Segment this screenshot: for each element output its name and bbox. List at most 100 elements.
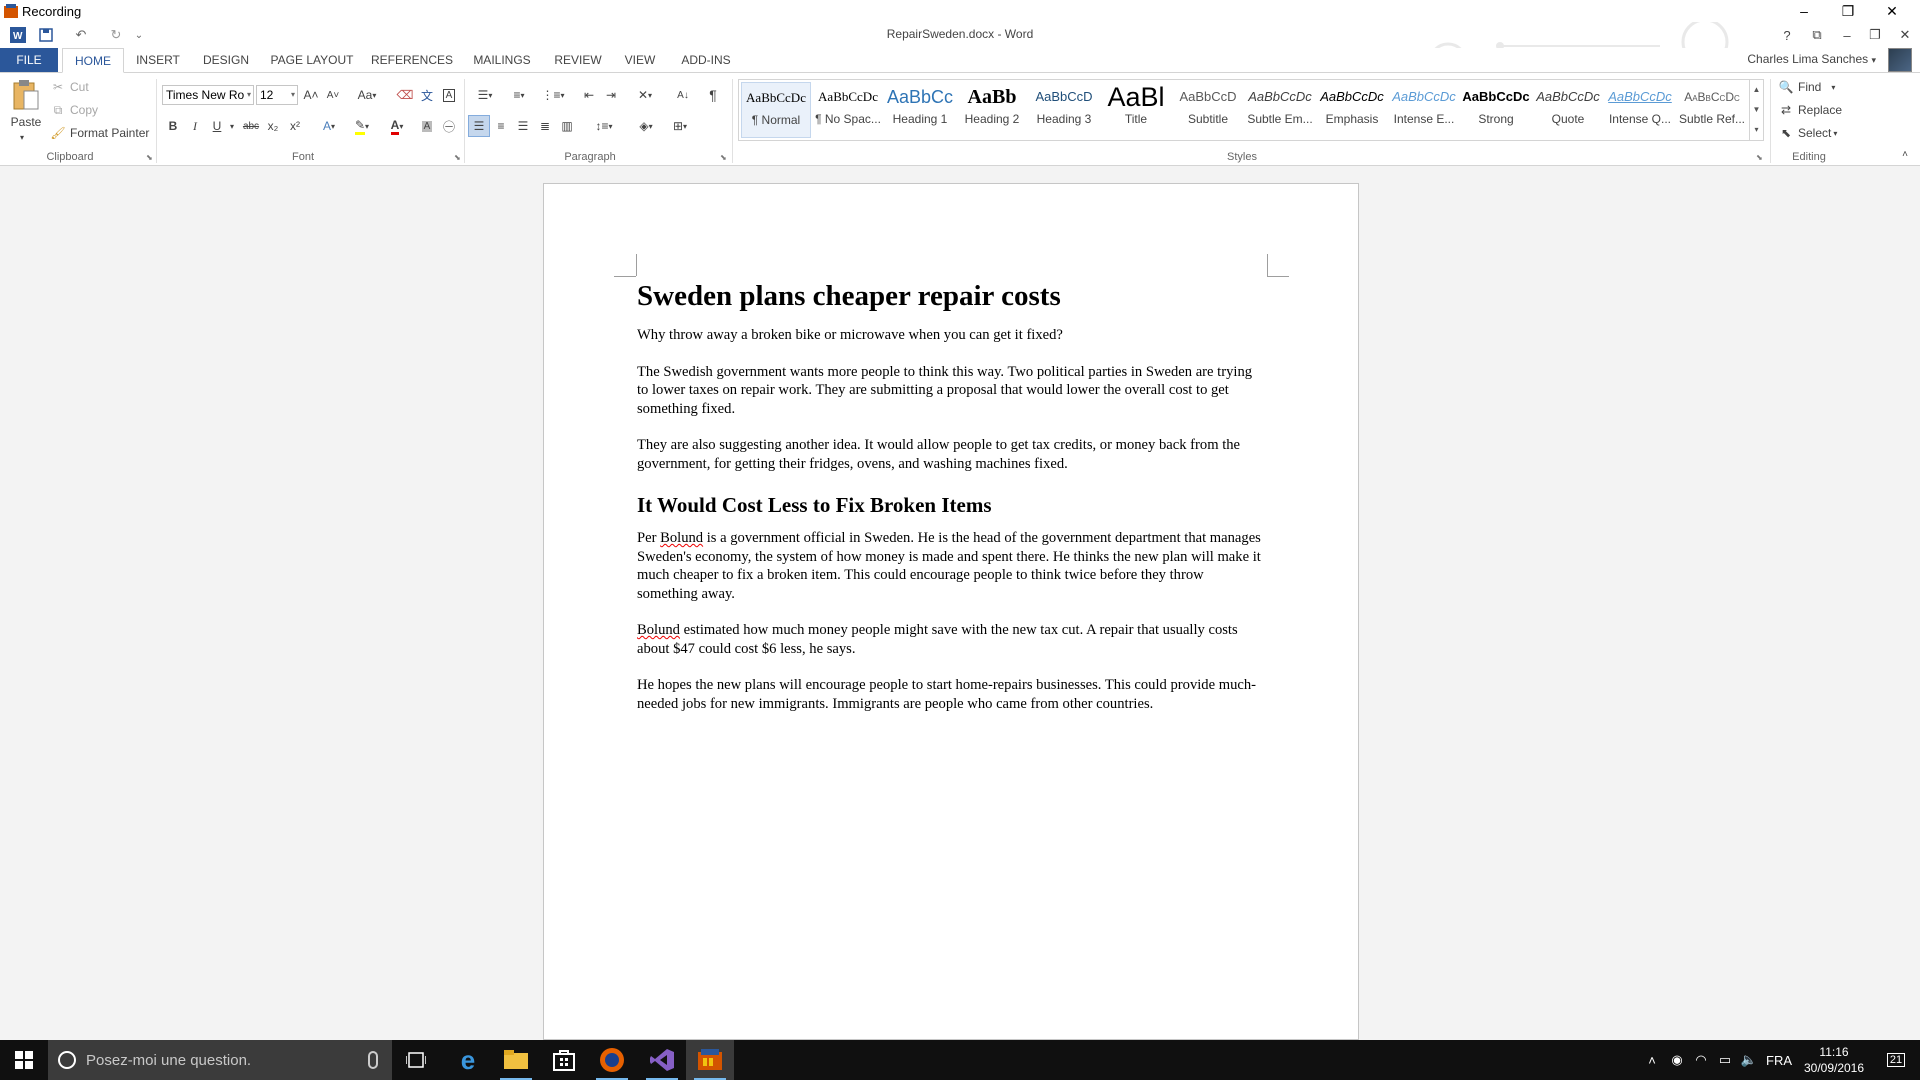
style-title[interactable]: AaBl Title: [1101, 82, 1171, 138]
action-center-button[interactable]: 21: [1872, 1040, 1920, 1080]
grow-font-button[interactable]: A˄: [300, 84, 322, 106]
tray-network[interactable]: ◠: [1690, 1040, 1712, 1080]
style-normal[interactable]: AaBbCcDc ¶ Normal: [741, 82, 811, 138]
find-button[interactable]: 🔍 Find ▾: [1778, 79, 1836, 95]
align-right-button[interactable]: ☰: [512, 115, 534, 137]
character-shading-button[interactable]: A: [416, 115, 438, 137]
italic-button[interactable]: I: [184, 115, 206, 137]
taskbar-edge[interactable]: e: [444, 1040, 492, 1080]
justify-button[interactable]: ≣: [534, 115, 556, 137]
paste-dropdown-icon[interactable]: ▾: [20, 133, 24, 142]
character-border-button[interactable]: A: [438, 84, 460, 106]
style-intense-emphasis[interactable]: AaBbCcDc Intense E...: [1389, 82, 1459, 138]
underline-dropdown[interactable]: ▾: [226, 115, 238, 137]
doc-paragraph[interactable]: Per Bolund is a government official in S…: [637, 529, 1267, 603]
microphone-icon[interactable]: [368, 1051, 378, 1069]
tab-view[interactable]: VIEW: [618, 48, 662, 72]
font-launcher-icon[interactable]: ⬊: [454, 153, 461, 162]
styles-launcher-icon[interactable]: ⬊: [1756, 153, 1763, 162]
close-button[interactable]: ✕: [1892, 25, 1918, 45]
clipboard-launcher-icon[interactable]: ⬊: [146, 153, 153, 162]
cut-button[interactable]: ✂ Cut: [50, 79, 89, 95]
gallery-up-button[interactable]: ▲: [1750, 80, 1763, 100]
shrink-font-button[interactable]: A˅: [322, 84, 344, 106]
doc-paragraph[interactable]: The Swedish government wants more people…: [637, 363, 1267, 419]
superscript-button[interactable]: x²: [284, 115, 306, 137]
taskbar-file-explorer[interactable]: [492, 1040, 540, 1080]
doc-paragraph[interactable]: He hopes the new plans will encourage pe…: [637, 676, 1267, 713]
taskbar-clock[interactable]: 11:16 30/09/2016: [1796, 1044, 1872, 1076]
underline-button[interactable]: U: [206, 115, 228, 137]
clear-formatting-button[interactable]: ⌫: [394, 84, 416, 106]
strikethrough-button[interactable]: abc: [240, 115, 262, 137]
increase-indent-button[interactable]: ⇥: [600, 84, 622, 106]
line-spacing-button[interactable]: ↕≡ ▾: [588, 115, 620, 137]
taskbar-recording[interactable]: [686, 1040, 734, 1080]
paste-label[interactable]: Paste: [10, 115, 42, 129]
document-page[interactable]: Sweden plans cheaper repair costs Why th…: [543, 183, 1359, 1040]
borders-button[interactable]: ⊞ ▾: [664, 115, 696, 137]
style-quote[interactable]: AaBbCcDc Quote: [1533, 82, 1603, 138]
taskbar-firefox[interactable]: [588, 1040, 636, 1080]
tab-home[interactable]: HOME: [62, 48, 124, 73]
restore-button[interactable]: ❐: [1862, 25, 1888, 45]
user-name[interactable]: Charles Lima Sanches ▾: [1747, 52, 1876, 66]
collapse-ribbon-button[interactable]: ˄: [1894, 143, 1916, 165]
misspelled-word[interactable]: Bolund: [637, 622, 680, 638]
tab-insert[interactable]: INSERT: [130, 48, 186, 72]
doc-heading-2[interactable]: It Would Cost Less to Fix Broken Items: [637, 491, 1267, 519]
tab-page-layout[interactable]: PAGE LAYOUT: [266, 48, 358, 72]
style-emphasis[interactable]: AaBbCcDc Emphasis: [1317, 82, 1387, 138]
gallery-more-button[interactable]: ▾: [1750, 120, 1763, 140]
tab-review[interactable]: REVIEW: [548, 48, 608, 72]
show-marks-button[interactable]: ¶: [702, 84, 724, 106]
format-painter-button[interactable]: 🖌 Format Painter: [50, 125, 149, 141]
style-heading-3[interactable]: AaBbCcD Heading 3: [1029, 82, 1099, 138]
style-no-spacing[interactable]: AaBbCcDc ¶ No Spac...: [813, 82, 883, 138]
doc-paragraph[interactable]: Bolund estimated how much money people m…: [637, 621, 1267, 658]
distributed-button[interactable]: ▥: [556, 115, 578, 137]
change-case-button[interactable]: Aa ▾: [352, 84, 382, 106]
tab-mailings[interactable]: MAILINGS: [466, 48, 538, 72]
style-subtle-reference[interactable]: AaBbCcDc Subtle Ref...: [1677, 82, 1747, 138]
style-subtitle[interactable]: AaBbCcD Subtitle: [1173, 82, 1243, 138]
shading-button[interactable]: ◈ ▾: [630, 115, 662, 137]
multilevel-list-button[interactable]: ⋮≡ ▾: [538, 84, 568, 106]
ribbon-display-options-button[interactable]: ⧉: [1804, 25, 1830, 45]
align-left-button[interactable]: ☰: [468, 115, 490, 137]
misspelled-word[interactable]: Bolund: [660, 530, 703, 546]
font-name-combo[interactable]: Times New Ro ▾: [162, 85, 254, 105]
asian-layout-button[interactable]: ✕ ▾: [630, 84, 660, 106]
numbering-button[interactable]: ≡ ▾: [504, 84, 534, 106]
bold-button[interactable]: B: [162, 115, 184, 137]
copy-button[interactable]: ⧉ Copy: [50, 102, 98, 118]
gallery-down-button[interactable]: ▼: [1750, 100, 1763, 120]
tray-app-icon[interactable]: ◉: [1666, 1040, 1688, 1080]
tab-add-ins[interactable]: ADD-INS: [672, 48, 740, 72]
recording-restore-button[interactable]: ❐: [1826, 0, 1870, 22]
tray-volume[interactable]: 🔈: [1738, 1040, 1760, 1080]
doc-heading-title[interactable]: Sweden plans cheaper repair costs: [637, 278, 1267, 314]
style-strong[interactable]: AaBbCcDc Strong: [1461, 82, 1531, 138]
style-heading-1[interactable]: AaBbCc Heading 1: [885, 82, 955, 138]
tray-battery[interactable]: ▭: [1714, 1040, 1736, 1080]
phonetic-guide-button[interactable]: 文: [416, 84, 438, 106]
taskbar-store[interactable]: [540, 1040, 588, 1080]
highlight-button[interactable]: ✎ ▾: [346, 115, 378, 137]
font-size-combo[interactable]: 12 ▾: [256, 85, 298, 105]
task-view-button[interactable]: [392, 1040, 440, 1080]
replace-button[interactable]: ⇄ Replace: [1778, 102, 1842, 118]
style-intense-quote[interactable]: AaBbCcDc Intense Q...: [1605, 82, 1675, 138]
decrease-indent-button[interactable]: ⇤: [578, 84, 600, 106]
help-button[interactable]: ?: [1774, 25, 1800, 45]
text-effects-button[interactable]: A ▾: [314, 115, 344, 137]
style-heading-2[interactable]: AaBb Heading 2: [957, 82, 1027, 138]
input-language-button[interactable]: FRA: [1764, 1040, 1794, 1080]
minimize-button[interactable]: –: [1834, 25, 1860, 45]
recording-close-button[interactable]: ✕: [1870, 0, 1914, 22]
tab-references[interactable]: REFERENCES: [368, 48, 456, 72]
paragraph-launcher-icon[interactable]: ⬊: [720, 153, 727, 162]
doc-paragraph[interactable]: Why throw away a broken bike or microwav…: [637, 326, 1267, 345]
select-button[interactable]: ⬉ Select ▾: [1778, 125, 1837, 141]
bullets-button[interactable]: ☰ ▾: [470, 84, 500, 106]
